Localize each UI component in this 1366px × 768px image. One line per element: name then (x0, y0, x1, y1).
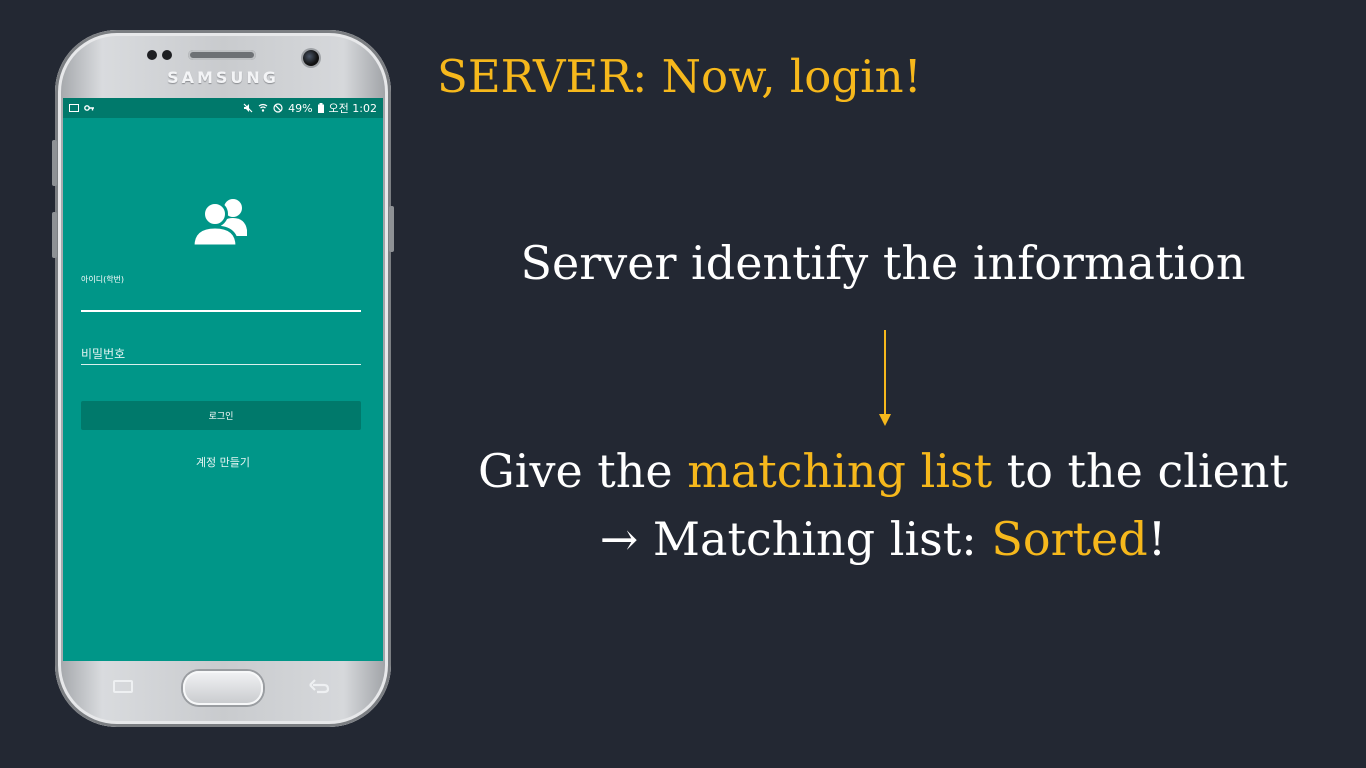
battery-percent: 49% (288, 101, 313, 115)
step-give-matching-list: Give the matching list to the client (440, 444, 1326, 498)
power-button (389, 206, 394, 252)
status-time: 오전 1:02 (328, 102, 377, 115)
step-matching-list-sorted: → Matching list: Sorted! (440, 512, 1326, 566)
volume-button (52, 212, 57, 258)
phone-mockup: SAMSUNG 49% 오전 1:02 아이디(학번) 로그인 계정 만들기 (52, 30, 394, 727)
matching-list-highlight: matching list (687, 444, 993, 498)
step2-text-end: to the client (992, 444, 1288, 498)
student-id-input[interactable] (81, 288, 361, 312)
front-camera (303, 50, 319, 66)
student-id-label: 아이디(학번) (81, 275, 125, 284)
login-button[interactable]: 로그인 (81, 401, 361, 430)
slide-title: SERVER: Now, login! (437, 50, 922, 103)
sensor (147, 50, 157, 60)
key-icon (84, 105, 94, 111)
step-server-identify: Server identify the information (520, 236, 1246, 290)
step3-text: → Matching list: (599, 512, 992, 566)
volume-button (52, 140, 57, 186)
password-input[interactable] (81, 344, 361, 365)
step3-text-end: ! (1147, 512, 1167, 566)
step2-text: Give the (478, 444, 688, 498)
battery-icon (317, 103, 324, 113)
wifi-icon (258, 103, 268, 112)
create-account-link[interactable]: 계정 만들기 (63, 454, 383, 470)
earpiece-speaker (188, 50, 256, 60)
status-bar: 49% 오전 1:02 (63, 98, 383, 118)
image-icon (69, 104, 79, 112)
back-icon[interactable] (309, 676, 331, 694)
mute-icon (243, 103, 253, 113)
recent-apps-icon[interactable] (113, 680, 133, 693)
sorted-highlight: Sorted (991, 512, 1148, 566)
arrow-down-icon (879, 330, 891, 426)
phone-screen: 49% 오전 1:02 아이디(학번) 로그인 계정 만들기 (63, 98, 383, 661)
home-button[interactable] (183, 671, 263, 705)
users-icon (191, 199, 247, 248)
sensor (162, 50, 172, 60)
phone-brand-logo: SAMSUNG (167, 68, 279, 87)
block-icon (273, 103, 283, 113)
